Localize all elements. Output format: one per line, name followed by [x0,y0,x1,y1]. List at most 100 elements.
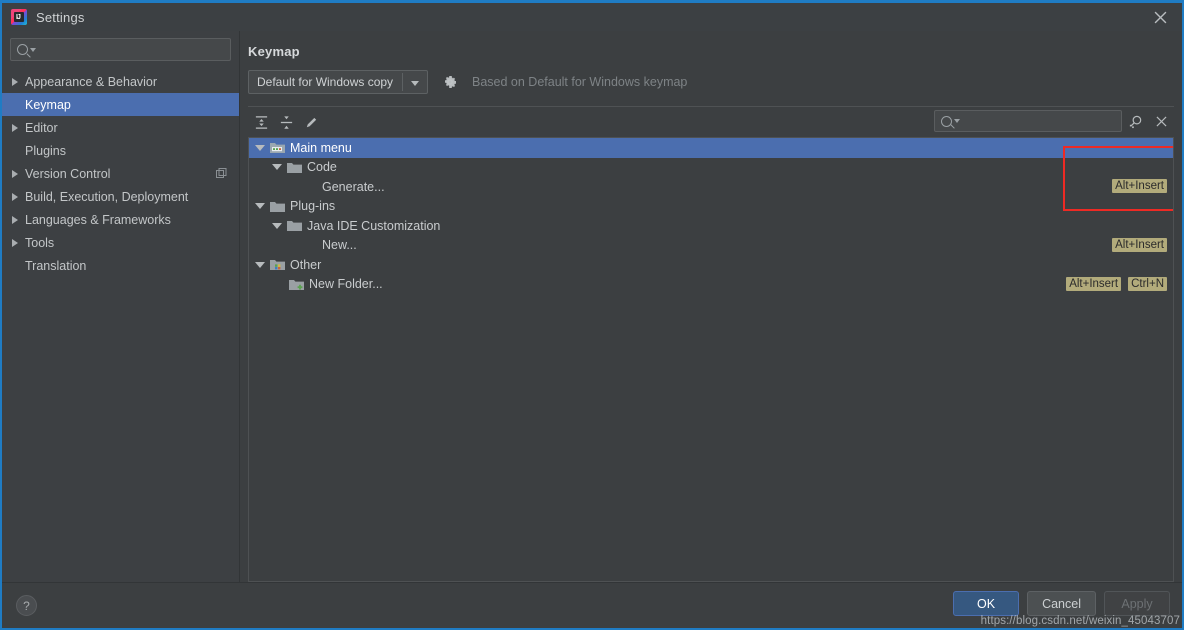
sidebar-item-languages-frameworks[interactable]: Languages & Frameworks [2,208,239,231]
keymap-toolbar-right [934,110,1174,132]
chevron-right-icon [12,77,18,86]
chevron-right-icon [12,169,18,178]
shortcut-list: Alt+Insert Ctrl+N [1066,276,1167,291]
search-icon [941,115,952,127]
apply-button[interactable]: Apply [1104,591,1170,616]
sidebar-item-build-execution-deployment[interactable]: Build, Execution, Deployment [2,185,239,208]
tree-row-label: Generate... [322,179,385,194]
collapse-all-icon[interactable] [275,111,297,133]
sidebar-item-label: Build, Execution, Deployment [25,189,189,204]
close-icon[interactable] [1138,3,1182,31]
folder-icon [287,161,302,174]
keymap-based-on-note: Based on Default for Windows keymap [472,75,688,89]
settings-dialog: IJ Settings Appearance & Behavior Keymap [0,0,1184,630]
pencil-edit-icon[interactable] [300,111,322,133]
shortcut-list: Alt+Insert [1112,179,1167,193]
tree-row-label: Plug-ins [290,199,336,214]
tree-row[interactable]: Code [249,158,1173,178]
tree-row[interactable]: New... Alt+Insert [249,236,1173,256]
clear-search-icon[interactable] [1148,110,1174,132]
tree-row[interactable]: Java IDE Customization [249,216,1173,236]
expand-all-icon[interactable] [250,111,272,133]
dialog-buttons: OK Cancel Apply [953,591,1170,616]
keymap-search-input[interactable] [960,114,1120,128]
title-bar: IJ Settings [2,3,1182,31]
folder-add-icon [289,278,304,291]
keymap-selector-row: Default for Windows copy Based on Defaul… [240,59,1176,94]
chevron-down-icon[interactable] [272,222,282,229]
dialog-body: Appearance & Behavior Keymap Editor Plug… [2,31,1182,582]
sidebar-item-label: Version Control [25,166,111,181]
folder-icon [287,219,302,232]
shortcut-badge: Alt+Insert [1112,179,1167,193]
ok-button[interactable]: OK [953,591,1020,616]
tree-row-label: Other [290,257,322,272]
sidebar-item-label: Appearance & Behavior [25,74,158,89]
chevron-right-icon [12,192,18,201]
shortcut-badge: Alt+Insert [1066,276,1122,291]
chevron-right-icon [12,238,18,247]
help-button[interactable]: ? [16,595,37,616]
find-by-shortcut-icon[interactable] [1122,110,1148,132]
tree-row-label: New... [322,238,357,253]
chevron-right-icon [12,123,18,132]
page-title: Keymap [248,44,300,59]
spacer-icon [12,147,18,155]
settings-sidebar: Appearance & Behavior Keymap Editor Plug… [2,31,240,582]
dialog-footer: ? OK Cancel Apply https://blog.csdn.net/… [2,582,1182,628]
sidebar-item-label: Tools [25,235,55,250]
sidebar-item-plugins[interactable]: Plugins [2,139,239,162]
chevron-down-icon[interactable] [255,144,265,151]
cancel-button[interactable]: Cancel [1027,591,1096,616]
tree-row[interactable]: Plug-ins [249,197,1173,217]
tree-row[interactable]: New Folder... Alt+Insert Ctrl+N [249,275,1173,295]
sidebar-search-box[interactable] [10,38,231,61]
keymap-select-value: Default for Windows copy [257,75,394,89]
sidebar-item-label: Keymap [25,97,71,112]
tree-row-label: Java IDE Customization [307,218,441,233]
sidebar-item-translation[interactable]: Translation [2,254,239,277]
shortcut-badge: Ctrl+N [1128,276,1167,291]
intellij-idea-icon: IJ [11,9,27,25]
keymap-tree[interactable]: Main menu Code Generate... Alt+Insert Pl… [248,137,1174,582]
keymap-panel: Keymap Default for Windows copy Based on… [240,31,1182,582]
keymap-toolbar [240,107,1176,137]
sidebar-item-label: Translation [25,258,87,273]
folder-icon [270,200,285,213]
shortcut-list: Alt+Insert [1112,237,1167,252]
chevron-down-icon[interactable] [255,203,265,210]
tree-row[interactable]: Generate... Alt+Insert [249,177,1173,197]
spacer-icon [12,262,18,270]
chevron-right-icon [12,215,18,224]
keymap-select[interactable]: Default for Windows copy [248,70,428,94]
folder-menu-icon [270,141,285,154]
tree-row-label: Code [307,160,337,175]
sidebar-item-tools[interactable]: Tools [2,231,239,254]
tree-row-label: Main menu [290,140,352,155]
sidebar-list: Appearance & Behavior Keymap Editor Plug… [2,69,239,582]
tree-row[interactable]: Other [249,255,1173,275]
sidebar-item-editor[interactable]: Editor [2,116,239,139]
sidebar-item-label: Plugins [25,143,66,158]
sidebar-item-label: Editor [25,120,58,135]
watermark-text: https://blog.csdn.net/weixin_45043707 [980,615,1180,627]
tree-row[interactable]: Main menu [249,138,1173,158]
folder-other-icon [270,258,285,271]
chevron-down-icon [411,81,419,86]
sidebar-item-keymap[interactable]: Keymap [2,93,239,116]
search-input[interactable] [36,42,224,57]
copy-icon [216,168,227,179]
sidebar-item-version-control[interactable]: Version Control [2,162,239,185]
tree-row-label: New Folder... [309,277,383,292]
chevron-down-icon[interactable] [272,164,282,171]
spacer-icon [12,101,18,109]
sidebar-item-appearance-behavior[interactable]: Appearance & Behavior [2,70,239,93]
window-title: Settings [36,9,85,25]
chevron-down-icon[interactable] [255,261,265,268]
sidebar-item-label: Languages & Frameworks [25,212,171,227]
gear-icon[interactable] [442,74,458,90]
divider [402,73,403,91]
keymap-search-box[interactable] [934,110,1122,132]
shortcut-badge: Alt+Insert [1112,237,1167,252]
search-icon [17,44,28,55]
